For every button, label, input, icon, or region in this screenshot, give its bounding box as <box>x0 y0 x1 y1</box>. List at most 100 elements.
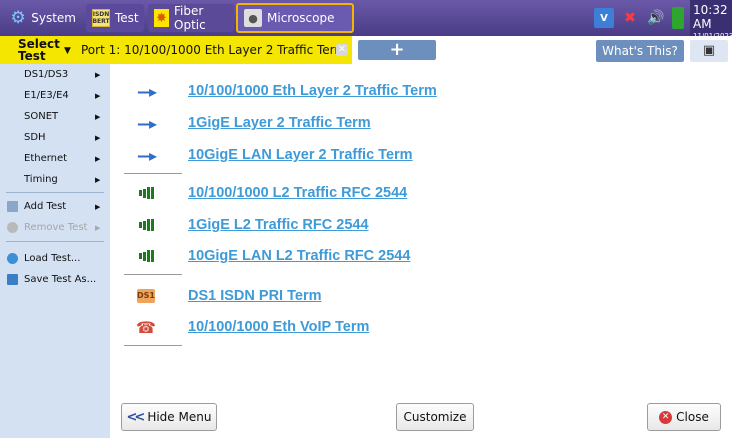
gear-icon: ⚙ <box>10 8 26 28</box>
double-chevron-left-icon: << <box>126 409 146 425</box>
add-tab-button[interactable]: + <box>358 40 436 60</box>
sidebar-item-label: Timing <box>24 174 58 185</box>
test-icon: ISDN BERT <box>92 9 110 27</box>
rfc-icon <box>134 185 158 201</box>
sidebar-item-e1-e3-e4[interactable]: E1/E3/E4 ▶ <box>0 85 110 106</box>
test-item-label: 10/100/1000 Eth Layer 2 Traffic Term <box>188 83 437 99</box>
tab-system-label: System <box>31 11 76 25</box>
rfc-icon <box>134 217 158 233</box>
test-item[interactable]: 1GigE L2 Traffic RFC 2544 <box>134 210 694 240</box>
tab-fiber-label: Fiber Optic <box>174 4 206 32</box>
hide-menu-button[interactable]: << Hide Menu <box>121 403 217 431</box>
arrow-icon: ––▸ <box>136 145 157 165</box>
arrow-icon: ––▸ <box>136 113 157 133</box>
fiber-icon: ✸ <box>154 9 169 27</box>
battery-icon[interactable] <box>672 7 684 29</box>
list-divider <box>124 274 182 275</box>
close-label: Close <box>676 410 709 424</box>
sidebar-item-label: SDH <box>24 132 46 143</box>
remove-test-icon <box>7 222 18 233</box>
test-item[interactable]: ––▸ 1GigE Layer 2 Traffic Term <box>134 108 694 138</box>
speaker-icon[interactable]: 🔊 <box>646 8 666 28</box>
port-tab-label: Port 1: 10/100/1000 Eth Layer 2 Traffic … <box>81 43 347 57</box>
tab-test-label: Test <box>115 11 139 25</box>
tab-microscope-label: Microscope <box>267 11 335 25</box>
test-item[interactable]: ––▸ 10/100/1000 Eth Layer 2 Traffic Term <box>134 76 694 106</box>
tab-microscope[interactable]: ● Microscope <box>236 3 354 33</box>
test-item[interactable]: ☎ 10/100/1000 Eth VoIP Term <box>134 312 694 342</box>
tab-fiber-optic[interactable]: ✸ Fiber Optic <box>148 4 234 32</box>
sidebar-item-label: Ethernet <box>24 153 68 164</box>
chevron-right-icon: ▶ <box>95 112 101 121</box>
sidebar-item-label: Save Test As... <box>24 274 97 285</box>
remote-session-icon[interactable]: V <box>594 8 614 28</box>
chevron-right-icon: ▶ <box>95 91 101 100</box>
customize-label: Customize <box>403 410 467 424</box>
chevron-right-icon: ▶ <box>95 202 101 211</box>
test-item-label: 10/100/1000 Eth VoIP Term <box>188 319 370 335</box>
test-item[interactable]: ––▸ 10GigE LAN Layer 2 Traffic Term <box>134 140 694 170</box>
hide-menu-label: Hide Menu <box>147 410 212 424</box>
sidebar-item-label: SONET <box>24 111 59 122</box>
test-item-label: 10/100/1000 L2 Traffic RFC 2544 <box>188 185 408 201</box>
screenshot-button[interactable]: ▣ <box>690 40 728 62</box>
customize-button[interactable]: Customize <box>396 403 474 431</box>
ds1-icon-wrap: DS1 <box>134 288 158 304</box>
sidebar: DS1/DS3 ▶ E1/E3/E4 ▶ SONET ▶ SDH ▶ Ether… <box>0 64 110 438</box>
chevron-down-icon: ▼ <box>64 46 71 56</box>
sidebar-item-load-test[interactable]: Load Test... <box>0 248 110 269</box>
test-item-label: 10GigE LAN Layer 2 Traffic Term <box>188 147 413 163</box>
sidebar-item-timing[interactable]: Timing ▶ <box>0 169 110 190</box>
sidebar-item-label: E1/E3/E4 <box>24 90 69 101</box>
sidebar-item-sonet[interactable]: SONET ▶ <box>0 106 110 127</box>
save-icon <box>7 274 18 285</box>
chevron-right-icon: ▶ <box>95 223 101 232</box>
chevron-right-icon: ▶ <box>95 154 101 163</box>
microscope-icon: ● <box>244 9 262 27</box>
add-test-icon <box>7 201 18 212</box>
list-divider <box>124 345 182 346</box>
sidebar-item-label: Remove Test <box>24 222 88 233</box>
test-bar: Select Test ▼ Port 1: 10/100/1000 Eth La… <box>0 36 732 64</box>
test-item-label: 1GigE L2 Traffic RFC 2544 <box>188 217 369 233</box>
clock: 10:32 AM 11/01/2023 <box>690 0 732 40</box>
test-item-label: 10GigE LAN L2 Traffic RFC 2544 <box>188 248 411 264</box>
test-item-label: DS1 ISDN PRI Term <box>188 288 322 304</box>
list-divider <box>124 173 182 174</box>
phone-icon: ☎ <box>136 317 156 337</box>
select-test-button[interactable]: Select Test ▼ <box>0 36 78 64</box>
chevron-right-icon: ▶ <box>95 133 101 142</box>
network-disconnected-icon[interactable]: ✖ <box>620 8 640 28</box>
port-tab[interactable]: Port 1: 10/100/1000 Eth Layer 2 Traffic … <box>78 36 352 64</box>
chevron-right-icon: ▶ <box>95 70 101 79</box>
close-icon: ✕ <box>659 410 673 424</box>
load-test-icon <box>7 253 18 264</box>
sidebar-item-ethernet[interactable]: Ethernet ▶ <box>0 148 110 169</box>
sidebar-item-ds1-ds3[interactable]: DS1/DS3 ▶ <box>0 64 110 85</box>
ds1-icon: DS1 <box>137 289 155 303</box>
tab-system[interactable]: ⚙ System <box>4 4 82 32</box>
clock-time: 10:32 AM <box>693 3 728 31</box>
sidebar-divider <box>6 192 104 193</box>
chevron-right-icon: ▶ <box>95 175 101 184</box>
whats-this-button[interactable]: What's This? <box>596 40 684 62</box>
close-button[interactable]: ✕ Close <box>647 403 721 431</box>
test-item-label: 1GigE Layer 2 Traffic Term <box>188 115 371 131</box>
sidebar-item-label: Add Test <box>24 201 67 212</box>
close-tab-icon[interactable]: ✕ <box>336 44 348 56</box>
status-area: V ✖ 🔊 10:32 AM 11/01/2023 <box>594 0 732 40</box>
rfc-icon <box>134 248 158 264</box>
sidebar-item-add-test[interactable]: Add Test ▶ <box>0 196 110 217</box>
test-item[interactable]: DS1 DS1 ISDN PRI Term <box>134 281 694 311</box>
top-bar: ⚙ System ISDN BERT Test ✸ Fiber Optic ● … <box>0 0 732 40</box>
sidebar-item-label: Load Test... <box>24 253 81 264</box>
camera-icon: ▣ <box>702 43 716 58</box>
test-item[interactable]: 10GigE LAN L2 Traffic RFC 2544 <box>134 241 694 271</box>
tab-test[interactable]: ISDN BERT Test <box>86 4 144 32</box>
sidebar-item-save-test-as[interactable]: Save Test As... <box>0 269 110 290</box>
test-item[interactable]: 10/100/1000 L2 Traffic RFC 2544 <box>134 178 694 208</box>
sidebar-item-remove-test[interactable]: Remove Test ▶ <box>0 217 110 238</box>
app-window: ⚙ System ISDN BERT Test ✸ Fiber Optic ● … <box>0 0 732 438</box>
sidebar-item-sdh[interactable]: SDH ▶ <box>0 127 110 148</box>
arrow-icon: ––▸ <box>136 81 157 101</box>
